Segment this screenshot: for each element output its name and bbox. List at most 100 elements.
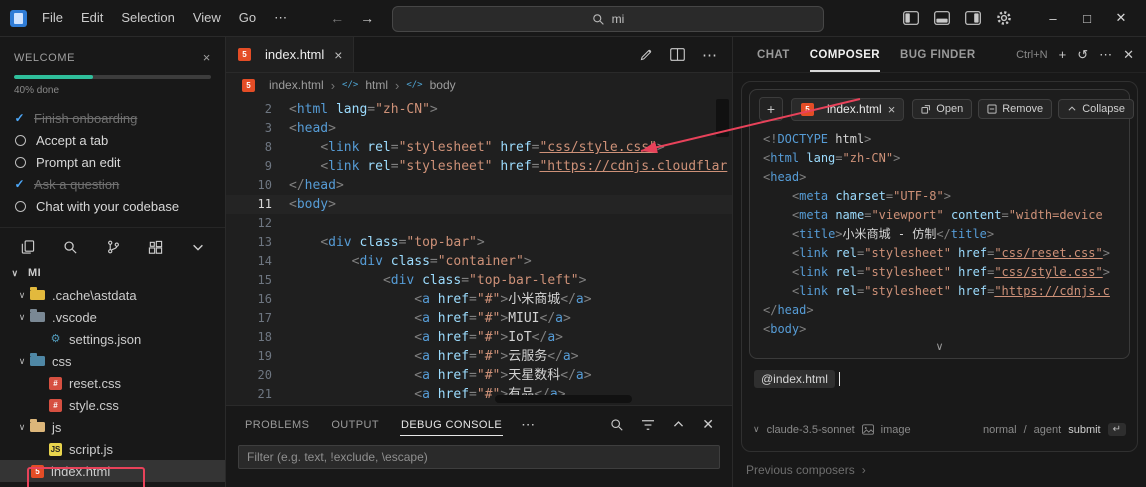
panel-more-icon[interactable]: ⋯ [513, 416, 543, 433]
composer-prompt-area[interactable]: @index.html [749, 359, 1130, 388]
chevron-up-icon[interactable] [672, 418, 685, 431]
code-line[interactable]: 12 [226, 214, 732, 233]
search-icon[interactable] [610, 418, 624, 432]
composer-input-box[interactable]: + 5 index.html × Open Remove Collapse <!… [741, 81, 1138, 452]
panel-tab-output[interactable]: OUTPUT [320, 406, 390, 443]
new-composer-icon[interactable]: + [1059, 47, 1067, 62]
forward-icon[interactable]: → [360, 10, 374, 26]
code-line[interactable]: 2 <html lang="zh-CN"> [226, 100, 732, 119]
copy-pages-icon[interactable] [20, 239, 35, 255]
image-button[interactable]: image [881, 424, 911, 436]
code-line[interactable]: 9 <link rel="stylesheet" href="https://c… [226, 157, 732, 176]
code-line[interactable]: 14 <div class="container"> [226, 252, 732, 271]
code-line[interactable]: 8 <link rel="stylesheet" href="css/style… [226, 138, 732, 157]
code-line[interactable]: 19 <a href="#">云服务</a> [226, 347, 732, 366]
open-button[interactable]: Open [912, 99, 973, 119]
folder-icon [30, 309, 45, 322]
welcome-item[interactable]: ✓ Finish onboarding [14, 107, 211, 129]
breadcrumb-html[interactable]: html [365, 78, 388, 92]
code-line[interactable]: 13 <div class="top-bar"> [226, 233, 732, 252]
code-text: <link rel="stylesheet" href="https://cdn… [791, 284, 1110, 298]
tree-item-css[interactable]: ∨ css [0, 350, 225, 372]
panel-tab-debug-console[interactable]: DEBUG CONSOLE [390, 406, 513, 443]
tree-item-.cache-astdata[interactable]: ∨ .cache\astdata [0, 284, 225, 306]
tree-item-.vscode[interactable]: ∨ .vscode [0, 306, 225, 328]
tree-item-index.html[interactable]: 5 index.html [0, 460, 225, 482]
filter-icon[interactable] [641, 419, 655, 431]
composer-tab-bug-finder[interactable]: BUG FINDER [890, 37, 986, 72]
close-panel-icon[interactable]: ✕ [702, 416, 714, 433]
horizontal-scrollbar[interactable] [495, 395, 632, 403]
panel-tab-problems[interactable]: PROBLEMS [234, 406, 320, 443]
code-line[interactable]: 15 <div class="top-bar-left"> [226, 271, 732, 290]
welcome-item[interactable]: Accept a tab [14, 129, 211, 151]
mode-normal[interactable]: normal [983, 424, 1017, 436]
welcome-item[interactable]: ✓ Ask a question [14, 173, 211, 195]
more-actions-icon[interactable]: ⋯ [702, 46, 717, 64]
explorer-root[interactable]: ∨ MI [0, 262, 225, 284]
menu-selection[interactable]: Selection [112, 0, 183, 36]
menu-view[interactable]: View [184, 0, 230, 36]
split-editor-icon[interactable] [670, 48, 685, 61]
maximize-button[interactable]: □ [1070, 11, 1104, 26]
close-composer-icon[interactable]: ✕ [1123, 47, 1134, 63]
chevron-down-icon[interactable] [191, 240, 205, 254]
chevron-down-icon: ∨ [753, 424, 760, 434]
context-file-chip[interactable]: 5 index.html × [791, 97, 905, 121]
back-icon[interactable]: ← [330, 10, 344, 26]
mode-agent[interactable]: agent [1034, 424, 1062, 436]
code-line[interactable]: 3 <head> [226, 119, 732, 138]
composer-tab-composer[interactable]: COMPOSER [800, 37, 890, 72]
vertical-scrollbar[interactable] [716, 99, 729, 137]
menu-edit[interactable]: Edit [72, 0, 112, 36]
file-mention-chip[interactable]: @index.html [754, 370, 835, 388]
close-window-button[interactable]: ✕ [1104, 10, 1138, 26]
welcome-item[interactable]: Chat with your codebase [14, 195, 211, 217]
welcome-item[interactable]: Prompt an edit [14, 151, 211, 173]
menu-go[interactable]: Go [230, 0, 265, 36]
breadcrumb-body[interactable]: body [430, 78, 456, 92]
tree-item-style.css[interactable]: # style.css [0, 394, 225, 416]
history-icon[interactable]: ↺ [1077, 47, 1088, 63]
pencil-icon[interactable] [639, 48, 653, 62]
code-line[interactable]: 18 <a href="#">IoT</a> [226, 328, 732, 347]
code-line[interactable]: 17 <a href="#">MIUI</a> [226, 309, 732, 328]
toggle-panel-icon[interactable] [934, 11, 950, 25]
editor-tab-index-html[interactable]: 5 index.html × [226, 37, 355, 72]
code-line[interactable]: 21 <a href="#">有品</a> [226, 385, 732, 404]
menu-file[interactable]: File [33, 0, 72, 36]
add-context-button[interactable]: + [759, 97, 783, 121]
code-line[interactable]: 11 <body> [226, 195, 732, 214]
image-icon[interactable] [861, 424, 874, 435]
model-selector[interactable]: claude-3.5-sonnet [767, 424, 855, 436]
menu-overflow[interactable]: ⋯ [265, 0, 296, 36]
command-search-box[interactable]: mi [392, 6, 824, 32]
tree-item-script.js[interactable]: JS script.js [0, 438, 225, 460]
extensions-icon[interactable] [148, 240, 163, 255]
code-line[interactable]: 20 <a href="#">天星数科</a> [226, 366, 732, 385]
tree-item-settings.json[interactable]: ⚙ settings.json [0, 328, 225, 350]
remove-context-icon[interactable]: × [888, 102, 896, 117]
source-control-icon[interactable] [106, 239, 121, 255]
minimize-button[interactable]: – [1036, 11, 1070, 26]
settings-gear-icon[interactable] [996, 10, 1012, 26]
welcome-close-icon[interactable]: × [203, 50, 211, 65]
submit-button[interactable]: submit [1068, 424, 1100, 436]
expand-preview-chevron[interactable]: ∨ [759, 339, 1120, 356]
tree-item-reset.css[interactable]: # reset.css [0, 372, 225, 394]
breadcrumb-file[interactable]: index.html [269, 78, 324, 92]
code-line[interactable]: 10 </head> [226, 176, 732, 195]
remove-button[interactable]: Remove [978, 99, 1053, 119]
more-icon[interactable]: ⋯ [1099, 47, 1112, 63]
collapse-button[interactable]: Collapse [1058, 99, 1134, 119]
close-tab-icon[interactable]: × [334, 47, 342, 63]
composer-tab-chat[interactable]: CHAT [747, 37, 800, 72]
toggle-sidebar-left-icon[interactable] [903, 11, 919, 25]
code-editor[interactable]: 2 <html lang="zh-CN"> 3 <head> 8 <link rel="… [226, 97, 732, 405]
code-line[interactable]: 16 <a href="#">小米商城</a> [226, 290, 732, 309]
tree-item-js[interactable]: ∨ js [0, 416, 225, 438]
console-filter-input[interactable] [238, 445, 720, 469]
toggle-sidebar-right-icon[interactable] [965, 11, 981, 25]
previous-composers-link[interactable]: Previous composers › [733, 452, 1146, 487]
search-icon[interactable] [63, 240, 78, 255]
